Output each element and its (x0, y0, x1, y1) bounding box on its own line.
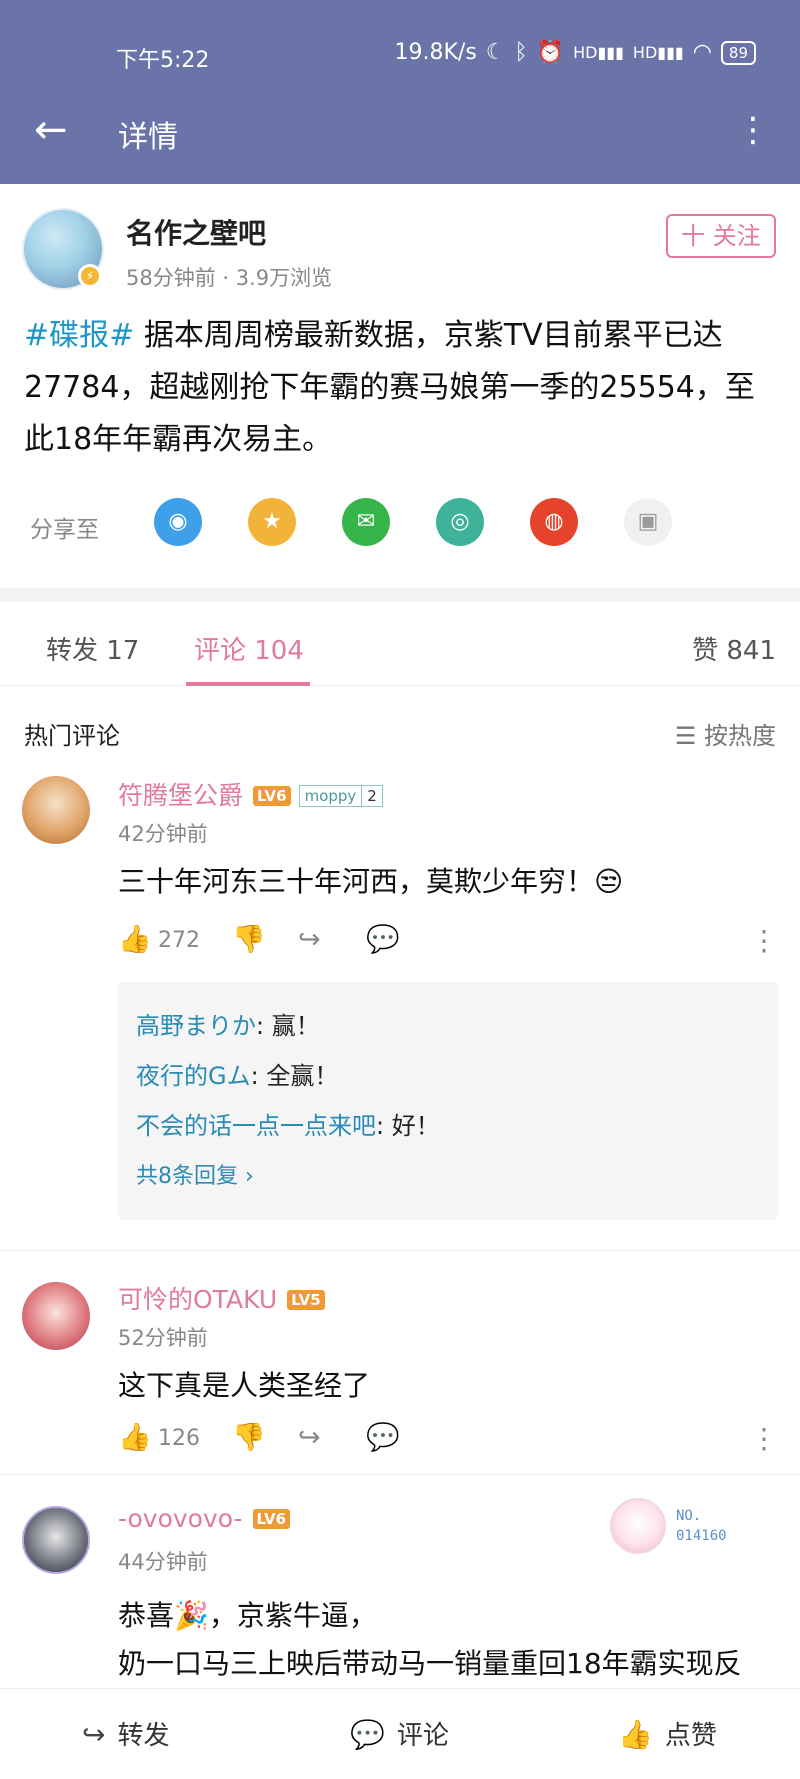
battery-icon: 89 (720, 40, 756, 65)
signal-icon: HD▮▮▮ (573, 43, 624, 62)
qq-icon[interactable]: ◉ (154, 498, 202, 546)
bluetooth-icon: ᛒ (514, 40, 528, 65)
more-vertical-icon[interactable]: ⋮ (750, 924, 778, 957)
comment-time: 44分钟前 (118, 1550, 208, 1574)
status-icons: 19.8K/s ☾ ᛒ ⏰ HD▮▮▮ HD▮▮▮ ◠ 89 (394, 40, 756, 65)
post-text: 据本周周榜最新数据，京紫TV目前累平已达27784，超越刚抢下年霸的赛马娘第一季… (24, 318, 755, 457)
arrow-left-icon[interactable]: ← (34, 108, 68, 152)
comment-icon: 💬 (350, 1718, 385, 1751)
comment-user[interactable]: 符腾堡公爵 LV6 moppy 2 (118, 776, 383, 812)
share-icon[interactable]: ↪ (298, 1422, 321, 1454)
post-hashtag[interactable]: #碟报# (24, 318, 134, 353)
post-author: ⚡ 名作之壁吧 58分钟前 · 3.9万浏览 十 关注 (22, 208, 782, 298)
share-label: 分享至 (30, 517, 99, 543)
comment-avatar[interactable] (22, 1282, 90, 1350)
qzone-icon[interactable]: ★ (248, 498, 296, 546)
divider (0, 1250, 800, 1251)
tab-repost[interactable]: 转发 17 (46, 630, 139, 667)
alarm-icon: ⏰ (536, 40, 565, 65)
level-badge: LV5 (287, 1290, 325, 1310)
badge-number: NO. 014160 (676, 1508, 727, 1544)
bottom-action-bar: ↪ 转发 💬 评论 👍 点赞 (0, 1688, 800, 1779)
share-row: 分享至 ◉ ★ ✉ ◎ ◍ ▣ (30, 496, 770, 552)
reply-item: 高野まりか: 赢！ (136, 1012, 320, 1040)
page-title: 详情 (118, 120, 178, 155)
verified-badge-icon: ⚡ (78, 264, 102, 288)
wifi-icon: ◠ (692, 40, 712, 65)
comment-avatar[interactable] (22, 776, 90, 844)
reply-icon[interactable]: 💬 (366, 924, 400, 956)
comment-actions: 👍 126 👎 ↪ 💬 ⋮ (118, 1422, 778, 1458)
post-body: #碟报# 据本周周榜最新数据，京紫TV目前累平已达27784，超越刚抢下年霸的赛… (24, 310, 776, 466)
share-icon[interactable]: ↪ (298, 924, 321, 956)
comment-actions: 👍 272 👎 ↪ 💬 ⋮ (118, 924, 778, 960)
tab-comments[interactable]: 评论 104 (194, 630, 304, 667)
repost-button[interactable]: ↪ 转发 (82, 1715, 169, 1752)
reply-item: 不会的话一点一点来吧: 好！ (136, 1112, 440, 1140)
share-icon: ↪ (82, 1718, 106, 1751)
comment-time: 42分钟前 (118, 822, 208, 846)
weibo-icon[interactable]: ◍ (530, 498, 578, 546)
thumbs-up-icon: 👍 (618, 1718, 653, 1751)
comment-avatar[interactable] (22, 1506, 90, 1574)
chibi-avatar-icon (610, 1498, 666, 1554)
comment-text: 恭喜🎉，京紫牛逼， 奶一口马三上映后带动马一销量重回18年霸实现反 (118, 1599, 742, 1680)
tab-bar: 转发 17 评论 104 赞 841 (0, 602, 800, 686)
net-speed: 19.8K/s (394, 40, 477, 65)
dislike-icon[interactable]: 👎 (232, 1422, 266, 1454)
comment-item: 符腾堡公爵 LV6 moppy 2 42分钟前 三十年河东三十年河西，莫欺少年穷！😒 … (0, 770, 800, 1250)
dislike-icon[interactable]: 👎 (232, 924, 266, 956)
more-vertical-icon[interactable]: ⋮ (736, 108, 770, 152)
tab-likes[interactable]: 赞 841 (692, 630, 776, 667)
status-bar: 下午5:22 19.8K/s ☾ ᛒ ⏰ HD▮▮▮ HD▮▮▮ ◠ 89 (0, 40, 800, 73)
like-count: 126 (158, 1426, 200, 1451)
level-badge: LV6 (253, 786, 291, 806)
level-badge: LV6 (252, 1509, 291, 1529)
like-icon[interactable]: 👍 (118, 924, 152, 956)
collection-badge: NO. 014160 (610, 1498, 760, 1558)
tab-active-indicator (186, 682, 310, 686)
comment-item: -ovovovo- LV6 44分钟前 NO. 014160 恭喜🎉，京紫牛逼， 奶… (0, 1494, 800, 1688)
comment-time: 52分钟前 (118, 1326, 208, 1350)
reply-preview[interactable]: 高野まりか: 赢！ 夜行的Gム: 全赢！ 不会的话一点一点来吧: 好！ 共8条回… (118, 982, 778, 1220)
signal-icon-2: HD▮▮▮ (632, 43, 684, 62)
comment-user[interactable]: -ovovovo- LV6 (118, 1504, 291, 1533)
comment-text: 三十年河东三十年河西，莫欺少年穷！😒 (118, 865, 624, 898)
like-icon[interactable]: 👍 (118, 1422, 152, 1454)
post-meta: 58分钟前 · 3.9万浏览 (126, 266, 333, 290)
more-vertical-icon[interactable]: ⋮ (750, 1422, 778, 1455)
view-all-replies-link[interactable]: 共8条回复 › (136, 1158, 254, 1190)
moon-icon: ☾ (485, 40, 506, 65)
reply-icon[interactable]: 💬 (366, 1422, 400, 1454)
hot-comments-title: 热门评论 (24, 722, 120, 750)
moments-icon[interactable]: ◎ (436, 498, 484, 546)
comment-button[interactable]: 💬 评论 (350, 1715, 449, 1752)
nav-bar: ← 详情 ⋮ (0, 100, 800, 164)
comment-item: 可怜的OTAKU LV5 52分钟前 这下真是人类圣经了 👍 126 👎 ↪ 💬 … (0, 1270, 800, 1470)
section-gap (0, 588, 800, 602)
wechat-icon[interactable]: ✉ (342, 498, 390, 546)
fan-medal: moppy 2 (298, 785, 383, 807)
follow-button[interactable]: 十 关注 (666, 214, 776, 258)
image-icon[interactable]: ▣ (624, 498, 672, 546)
like-count: 272 (158, 928, 200, 953)
status-time: 下午5:22 (116, 48, 210, 73)
like-button[interactable]: 👍 点赞 (618, 1715, 717, 1752)
sort-button[interactable]: ☰ 按热度 (675, 716, 776, 751)
comment-text: 这下真是人类圣经了 (118, 1369, 371, 1402)
author-name[interactable]: 名作之壁吧 (126, 212, 266, 252)
reply-item: 夜行的Gム: 全赢！ (136, 1062, 339, 1090)
top-app-bar: 下午5:22 19.8K/s ☾ ᛒ ⏰ HD▮▮▮ HD▮▮▮ ◠ 89 ← … (0, 0, 800, 184)
comment-user[interactable]: 可怜的OTAKU LV5 (118, 1280, 325, 1316)
divider (0, 1474, 800, 1475)
